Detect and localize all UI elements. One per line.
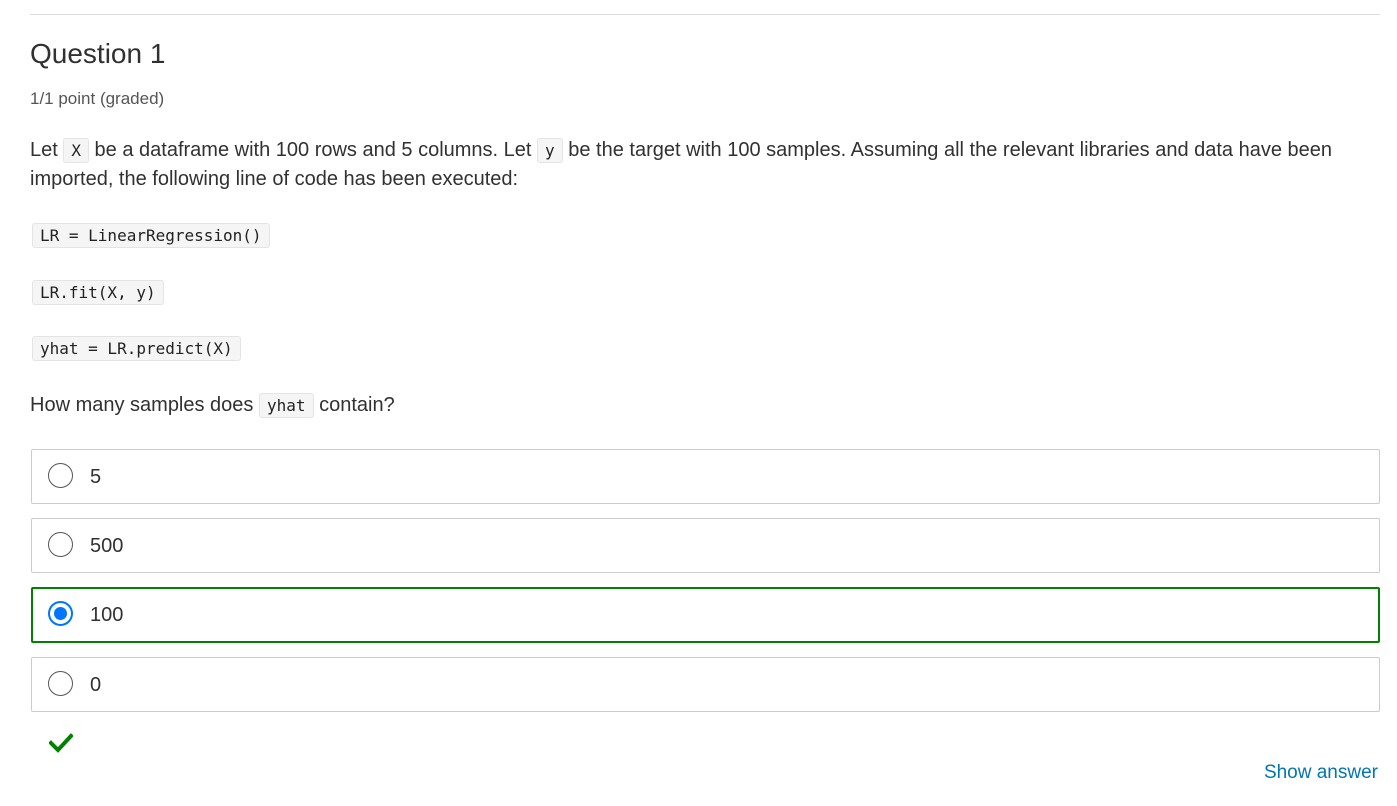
ask-text: contain?	[313, 394, 395, 416]
answer-choice-100[interactable]: 100	[31, 587, 1380, 643]
answer-choice-500[interactable]: 500	[31, 518, 1380, 573]
top-divider	[30, 14, 1380, 15]
radio-button[interactable]	[48, 463, 73, 488]
choice-label: 100	[90, 604, 124, 626]
code-line-fit-model: LR.fit(X, y)	[32, 280, 164, 305]
show-answer-button[interactable]: Show answer	[1264, 760, 1378, 786]
prompt-text: be a dataframe with 100 rows and 5 colum…	[89, 139, 538, 161]
radio-button[interactable]	[48, 532, 73, 557]
choice-label: 500	[90, 535, 124, 557]
points-status: 1/1 point (graded)	[30, 89, 165, 108]
answer-choice-0[interactable]: 0	[31, 657, 1380, 712]
answer-choice-5[interactable]: 5	[31, 449, 1380, 504]
inline-code-yhat: yhat	[258, 393, 314, 418]
radio-button[interactable]	[48, 671, 73, 696]
question-ask: How many samples does yhat contain?	[30, 391, 395, 420]
code-line-predict: yhat = LR.predict(X)	[32, 336, 241, 361]
question-title: Question 1	[30, 38, 166, 69]
inline-code-x: X	[63, 138, 89, 163]
ask-text: How many samples does	[30, 394, 259, 416]
choice-label: 0	[90, 674, 102, 696]
inline-code-y: y	[537, 138, 563, 163]
checkmark-icon	[49, 733, 73, 753]
radio-button-selected[interactable]	[48, 601, 73, 626]
prompt-text: Let	[30, 139, 64, 161]
question-prompt: Let X be a dataframe with 100 rows and 5…	[30, 136, 1370, 193]
code-line-create-model: LR = LinearRegression()	[32, 223, 270, 248]
radio-selected-dot	[54, 607, 67, 620]
choice-label: 5	[90, 466, 102, 488]
